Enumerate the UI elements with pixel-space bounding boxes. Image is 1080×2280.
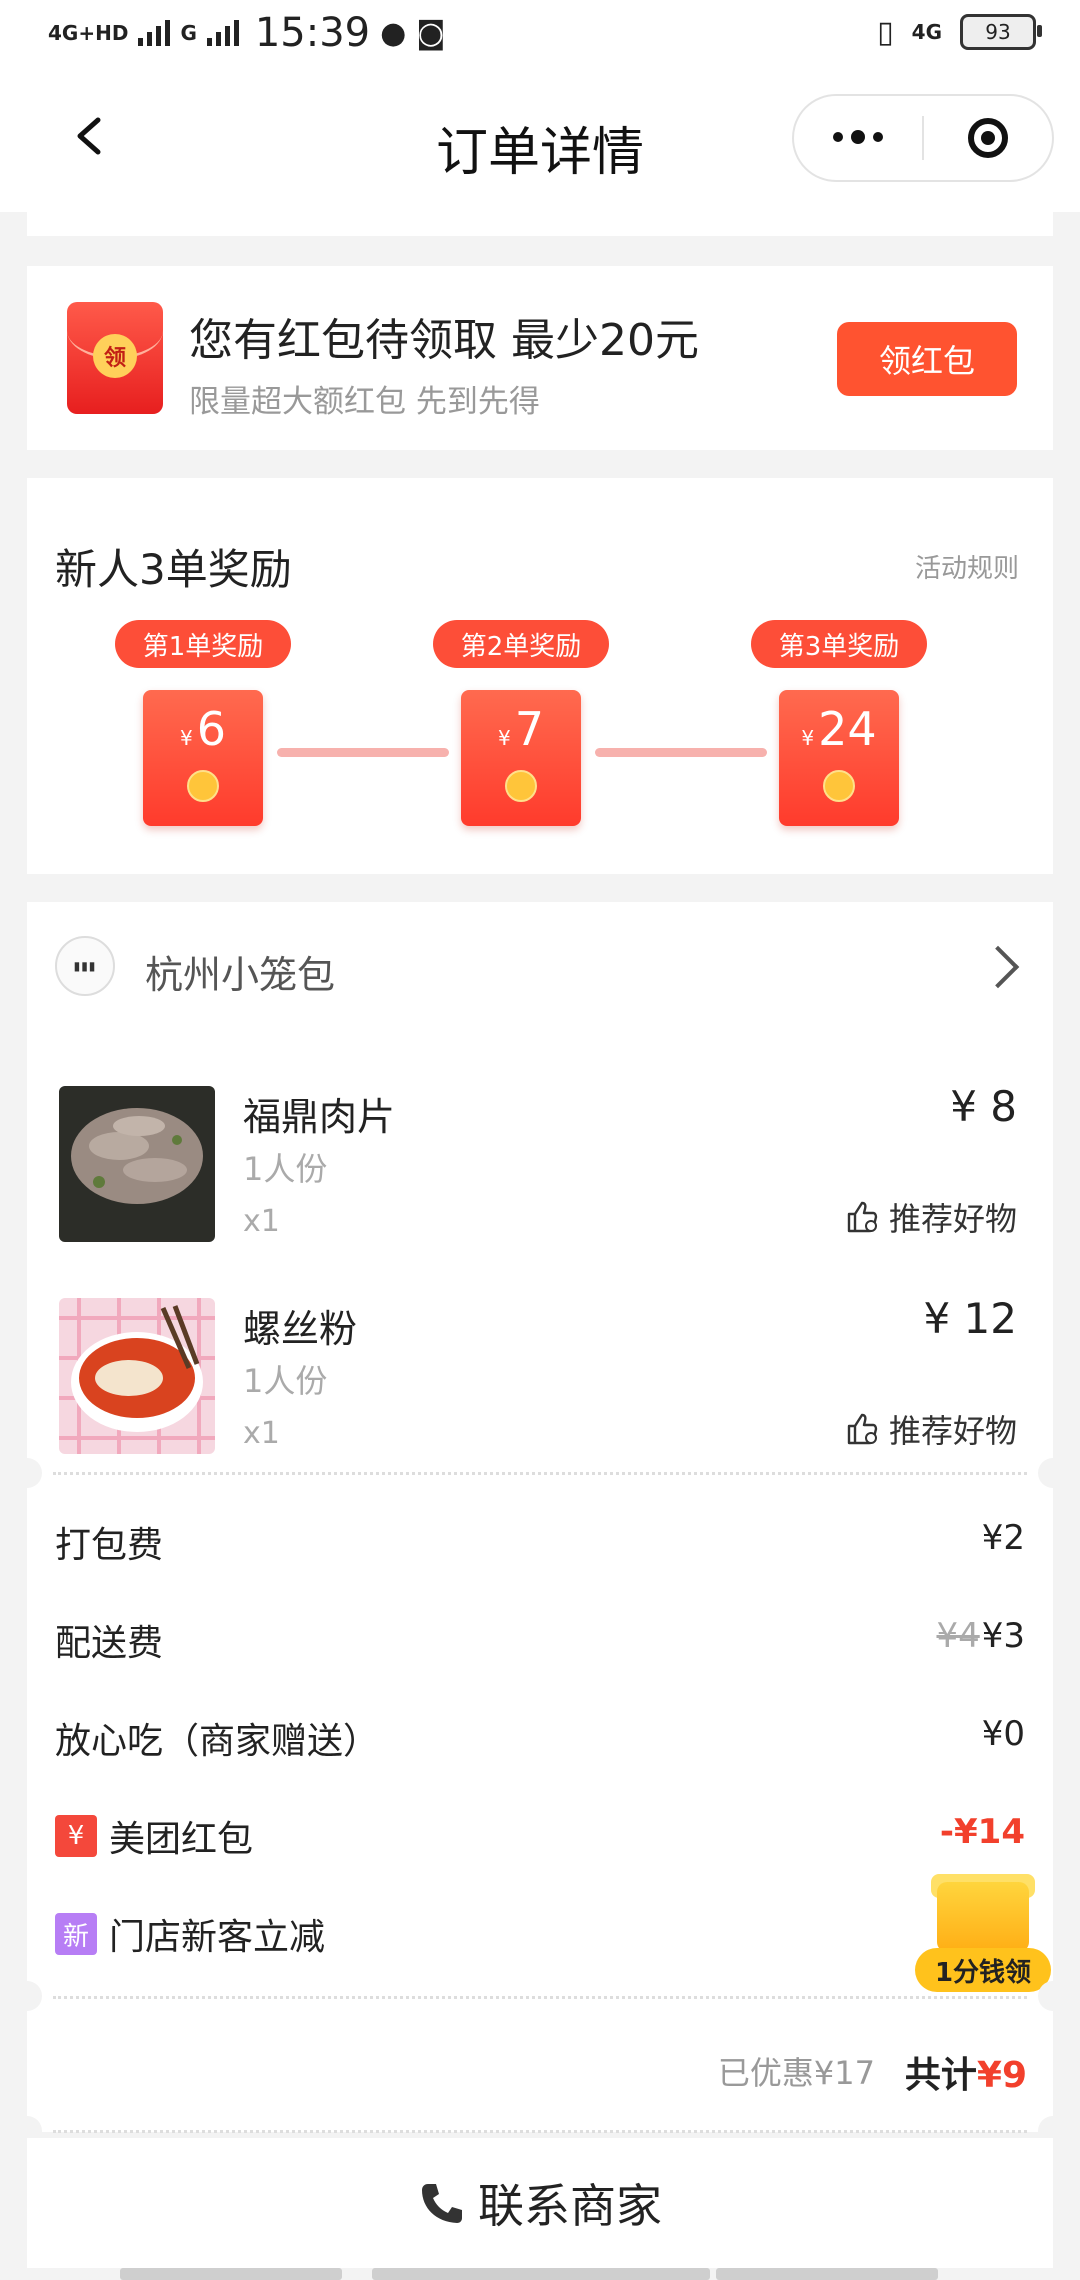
divider-notch <box>12 1981 42 2011</box>
fee-assured-label: 放心吃（商家赠送） <box>55 1721 380 1762</box>
nav-bar: 订单详情 <box>0 72 1080 212</box>
item-name: 福鼎肉片 <box>243 1095 396 1139</box>
progress-connector <box>277 748 449 757</box>
gift-label: 1分钱领 <box>915 1948 1051 1992</box>
signal-icon-2 <box>206 20 239 46</box>
red-envelope-icon: 领 <box>67 302 163 414</box>
hongbao-badge-icon: ¥ <box>55 1815 97 1857</box>
notification-icon: ◙ <box>416 15 446 51</box>
hongbao-banner[interactable]: 领 您有红包待领取 最少20元 限量超大额红包 先到先得 领红包 <box>27 266 1053 450</box>
divider-notch <box>1038 1981 1068 2011</box>
reward-envelope: ¥7 <box>461 690 581 826</box>
network-g-label: G <box>180 21 197 45</box>
recommend-label: 推荐好物 <box>888 1200 1017 1238</box>
banner-subtitle: 限量超大额红包 先到先得 <box>189 384 540 420</box>
item-spec: 1人份 <box>243 1150 328 1188</box>
item-price: ¥ 12 <box>923 1294 1017 1343</box>
new-customer-badge-icon: 新 <box>55 1913 97 1955</box>
total-value: ¥9 <box>976 2055 1027 2096</box>
phone-icon <box>422 2184 462 2223</box>
order-total-row: 已优惠¥17 共计¥9 <box>12 1981 1068 2146</box>
new-user-rewards: 新人3单奖励 活动规则 第1单奖励 ¥6 第2单奖励 ¥7 第3单奖励 ¥24 <box>27 478 1053 874</box>
status-right: ▯ 4G 93 <box>877 14 1042 50</box>
discount-newcustomer-label: 新 门店新客立减 <box>55 1908 325 1960</box>
shop-name[interactable]: 杭州小笼包 <box>145 944 335 999</box>
clock: 15:39 <box>254 10 371 56</box>
order-card: ▮▮▮ 杭州小笼包 福鼎肉片 1人份 x1 ¥ 8 推荐好物 螺丝粉 1人份 x… <box>12 902 1068 1996</box>
order-total: 共计¥9 <box>904 2055 1027 2096</box>
banner-title: 您有红包待领取 最少20元 <box>189 315 699 366</box>
network-label: 4G+HD <box>48 21 129 45</box>
claim-hongbao-button[interactable]: 领红包 <box>837 322 1017 396</box>
discount-hongbao-value: -¥14 <box>939 1812 1025 1852</box>
fee-assured-value: ¥0 <box>981 1714 1025 1754</box>
item-name: 螺丝粉 <box>243 1307 358 1351</box>
signal-icon <box>138 20 171 46</box>
dotted-divider <box>53 1472 1027 1475</box>
reward-tag: 第3单奖励 <box>751 620 927 668</box>
item-spec: 1人份 <box>243 1362 328 1400</box>
dotted-divider <box>53 1996 1027 1999</box>
item-image <box>59 1298 215 1454</box>
battery-icon: 93 <box>960 14 1042 50</box>
fee-packing-label: 打包费 <box>55 1525 164 1566</box>
recommend-button[interactable]: 推荐好物 <box>845 1194 1017 1240</box>
one-cent-gift-button[interactable]: 1分钱领 <box>915 1874 1051 1992</box>
wechat-icon: ● <box>380 15 407 51</box>
divider-notch <box>12 1458 42 1488</box>
coin-icon <box>823 770 855 802</box>
gift-box-body <box>937 1882 1029 1952</box>
coin-icon <box>505 770 537 802</box>
coin-icon <box>187 770 219 802</box>
item-qty: x1 <box>243 1416 280 1451</box>
item-image <box>59 1086 215 1242</box>
item-qty: x1 <box>243 1204 280 1239</box>
contact-section: 联系商家 <box>27 2138 1053 2268</box>
reward-value: 24 <box>818 702 877 756</box>
previous-card-edge <box>27 212 1053 236</box>
reward-tag: 第2单奖励 <box>433 620 609 668</box>
more-icon[interactable] <box>794 130 922 144</box>
status-bar: 4G+HD G 15:39 ● ◙ ▯ 4G 93 <box>0 0 1080 72</box>
progress-connector <box>595 748 767 757</box>
reward-envelope: ¥6 <box>143 690 263 826</box>
status-left: 4G+HD G 15:39 ● ◙ <box>48 10 445 56</box>
reward-envelope: ¥24 <box>779 690 899 826</box>
shop-logo: ▮▮▮ <box>55 936 115 996</box>
vibrate-icon: ▯ <box>877 14 894 50</box>
divider-notch <box>1038 1458 1068 1488</box>
reward-value: 7 <box>514 702 544 756</box>
rewards-title: 新人3单奖励 <box>55 545 292 594</box>
fee-delivery-label: 配送费 <box>55 1623 164 1664</box>
dotted-divider <box>53 2130 1027 2133</box>
fee-packing-value: ¥2 <box>981 1518 1025 1558</box>
network-right-label: 4G <box>911 20 942 44</box>
miniapp-capsule <box>792 94 1054 182</box>
discount-hongbao-label: ¥ 美团红包 <box>55 1810 253 1862</box>
thumbs-up-icon <box>847 1201 878 1233</box>
recommend-label: 推荐好物 <box>888 1412 1017 1450</box>
contact-label: 联系商家 <box>478 2179 662 2233</box>
saved-amount: 已优惠¥17 <box>717 2054 875 2092</box>
reward-tag: 第1单奖励 <box>115 620 291 668</box>
close-miniapp-icon[interactable] <box>924 118 1052 158</box>
recommend-button[interactable]: 推荐好物 <box>845 1406 1017 1452</box>
rules-link[interactable]: 活动规则 <box>915 548 1019 585</box>
item-price: ¥ 8 <box>950 1082 1017 1131</box>
fee-delivery-value: ¥4¥3 <box>936 1616 1025 1656</box>
battery-level: 93 <box>985 20 1011 44</box>
thumbs-up-icon <box>847 1413 878 1445</box>
contact-merchant-button[interactable]: 联系商家 <box>27 2138 1053 2268</box>
reward-value: 6 <box>196 702 226 756</box>
chevron-right-icon[interactable] <box>976 945 1020 989</box>
original-delivery-fee: ¥4 <box>936 1616 980 1656</box>
